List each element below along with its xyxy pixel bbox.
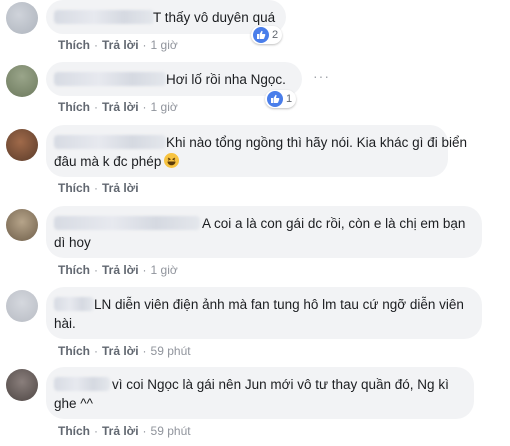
- comment-text: LN diễn viên điện ảnh mà fan tung hô lm …: [94, 297, 464, 312]
- like-link[interactable]: Thích: [58, 424, 90, 438]
- avatar[interactable]: [6, 129, 38, 161]
- reaction-count[interactable]: 1: [265, 90, 297, 108]
- blurred-author-name: [54, 377, 110, 391]
- avatar[interactable]: [6, 2, 38, 34]
- reply-link[interactable]: Trả lời: [102, 38, 139, 52]
- separator: ·: [94, 100, 98, 114]
- reply-link[interactable]: Trả lời: [102, 181, 139, 195]
- comment-bubble: Hơi lố rồi nha Ngọc.: [46, 62, 302, 96]
- comment-text: dì hoy: [54, 235, 91, 250]
- comment-actions: Thích · Trả lời · 59 phút: [58, 344, 191, 358]
- comment-2: Hơi lố rồi nha Ngọc. ··· 1 Thích · Trả lời…: [0, 62, 510, 122]
- reply-link[interactable]: Trả lời: [102, 424, 139, 438]
- separator: ·: [94, 181, 98, 195]
- separator: ·: [142, 100, 147, 114]
- separator: ·: [94, 424, 98, 438]
- avatar[interactable]: [6, 290, 38, 322]
- comment-3: Khi nào tổng ngồng thì hãy nói. Kia khác…: [0, 125, 510, 201]
- more-options-icon[interactable]: ···: [313, 68, 330, 84]
- comment-6: vì coi Ngọc là gái nên Jun mới vô tư tha…: [0, 367, 510, 446]
- blurred-author-name: [54, 216, 200, 230]
- timestamp[interactable]: 1 giờ: [151, 263, 178, 277]
- comment-actions: Thích · Trả lời · 1 giờ: [58, 263, 178, 277]
- separator: ·: [142, 344, 147, 358]
- like-link[interactable]: Thích: [58, 263, 90, 277]
- timestamp[interactable]: 1 giờ: [151, 38, 178, 52]
- comment-actions: Thích · Trả lời · 59 phút: [58, 424, 191, 438]
- like-reaction-icon: [253, 27, 269, 43]
- comment-bubble: A coi a là con gái dc rồi, còn e là chị …: [46, 206, 482, 258]
- reaction-count[interactable]: 2: [251, 26, 283, 44]
- comment-text-line: đâu mà k đc phép: [54, 154, 162, 169]
- comment-text: đâu mà k đc phép: [54, 152, 180, 171]
- comment-4: A coi a là con gái dc rồi, còn e là chị …: [0, 206, 510, 282]
- comment-actions: Thích · Trả lời: [58, 181, 139, 195]
- comment-actions: Thích · Trả lời · 1 giờ: [58, 38, 178, 52]
- comment-bubble: LN diễn viên điện ảnh mà fan tung hô lm …: [46, 287, 482, 339]
- timestamp[interactable]: 59 phút: [151, 424, 191, 438]
- like-link[interactable]: Thích: [58, 100, 90, 114]
- grinning-squint-face-icon: [164, 153, 180, 168]
- blurred-author-name: [54, 10, 154, 24]
- separator: ·: [94, 263, 98, 277]
- comment-text: T thấy vô duyên quá: [153, 10, 276, 25]
- like-link[interactable]: Thích: [58, 344, 90, 358]
- reply-link[interactable]: Trả lời: [102, 344, 139, 358]
- timestamp[interactable]: 59 phút: [151, 344, 191, 358]
- avatar[interactable]: [6, 369, 38, 401]
- separator: ·: [142, 263, 147, 277]
- avatar[interactable]: [6, 209, 38, 241]
- comment-bubble: Khi nào tổng ngồng thì hãy nói. Kia khác…: [46, 125, 467, 177]
- comment-text: ghe ^^: [54, 396, 93, 411]
- reply-link[interactable]: Trả lời: [102, 263, 139, 277]
- reaction-number: 1: [286, 93, 293, 105]
- like-reaction-icon: [267, 91, 283, 107]
- avatar[interactable]: [6, 65, 38, 97]
- reply-link[interactable]: Trả lời: [102, 100, 139, 114]
- blurred-author-name: [54, 297, 94, 311]
- comment-text: A coi a là con gái dc rồi, còn e là chị …: [202, 216, 466, 231]
- comment-1: T thấy vô duyên quá 2 Thích · Trả lời · 1 gi…: [0, 0, 510, 60]
- comment-5: LN diễn viên điện ảnh mà fan tung hô lm …: [0, 287, 510, 363]
- like-link[interactable]: Thích: [58, 38, 90, 52]
- blurred-author-name: [54, 72, 166, 86]
- comment-text: Khi nào tổng ngồng thì hãy nói. Kia khác…: [166, 135, 467, 150]
- blurred-author-name: [54, 135, 166, 149]
- timestamp[interactable]: 1 giờ: [151, 100, 178, 114]
- comment-text: vì coi Ngọc là gái nên Jun mới vô tư tha…: [112, 377, 449, 392]
- like-link[interactable]: Thích: [58, 181, 90, 195]
- separator: ·: [94, 38, 98, 52]
- comment-actions: Thích · Trả lời · 1 giờ: [58, 100, 178, 114]
- comment-bubble: vì coi Ngọc là gái nên Jun mới vô tư tha…: [46, 367, 474, 419]
- reaction-number: 2: [272, 29, 279, 41]
- separator: ·: [94, 344, 98, 358]
- comment-text: Hơi lố rồi nha Ngọc.: [166, 72, 286, 87]
- comment-bubble: T thấy vô duyên quá: [46, 0, 286, 34]
- comment-text: hài.: [54, 316, 76, 331]
- separator: ·: [142, 38, 147, 52]
- separator: ·: [142, 424, 147, 438]
